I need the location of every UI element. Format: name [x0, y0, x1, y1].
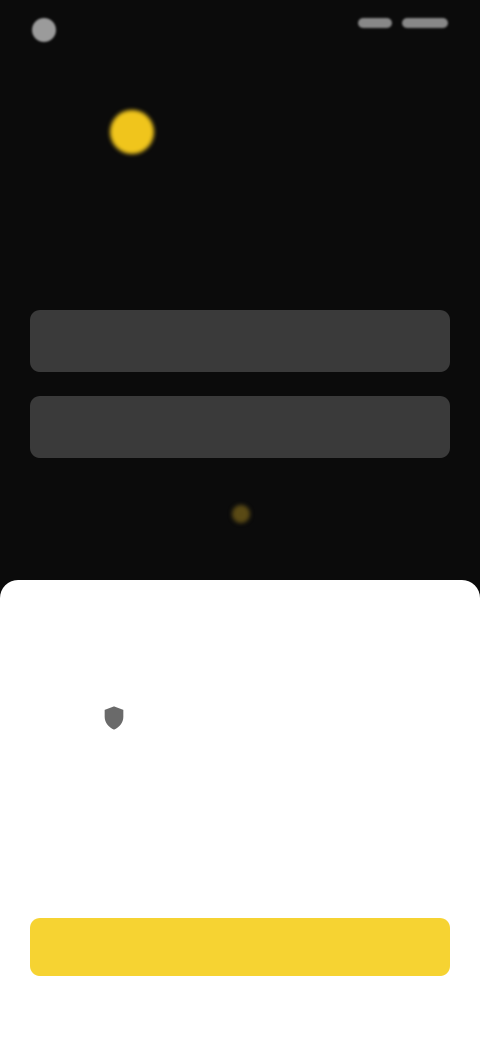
- password-field[interactable]: [30, 395, 450, 459]
- sheet-heading-row: [100, 704, 140, 732]
- loading-indicator-icon: [232, 505, 250, 523]
- brand-logo-icon: [110, 110, 154, 154]
- status-left: [32, 18, 66, 42]
- email-input[interactable]: [48, 309, 432, 373]
- status-bar: [0, 0, 480, 60]
- bottom-sheet: [0, 580, 480, 1040]
- brand-header: [110, 110, 168, 154]
- signal-icon: [358, 18, 392, 28]
- continue-button[interactable]: [30, 918, 450, 976]
- battery-icon: [402, 18, 448, 28]
- password-input[interactable]: [48, 395, 432, 459]
- shield-icon: [104, 706, 124, 730]
- status-icon: [32, 18, 56, 42]
- status-right: [358, 18, 448, 28]
- email-field[interactable]: [30, 309, 450, 373]
